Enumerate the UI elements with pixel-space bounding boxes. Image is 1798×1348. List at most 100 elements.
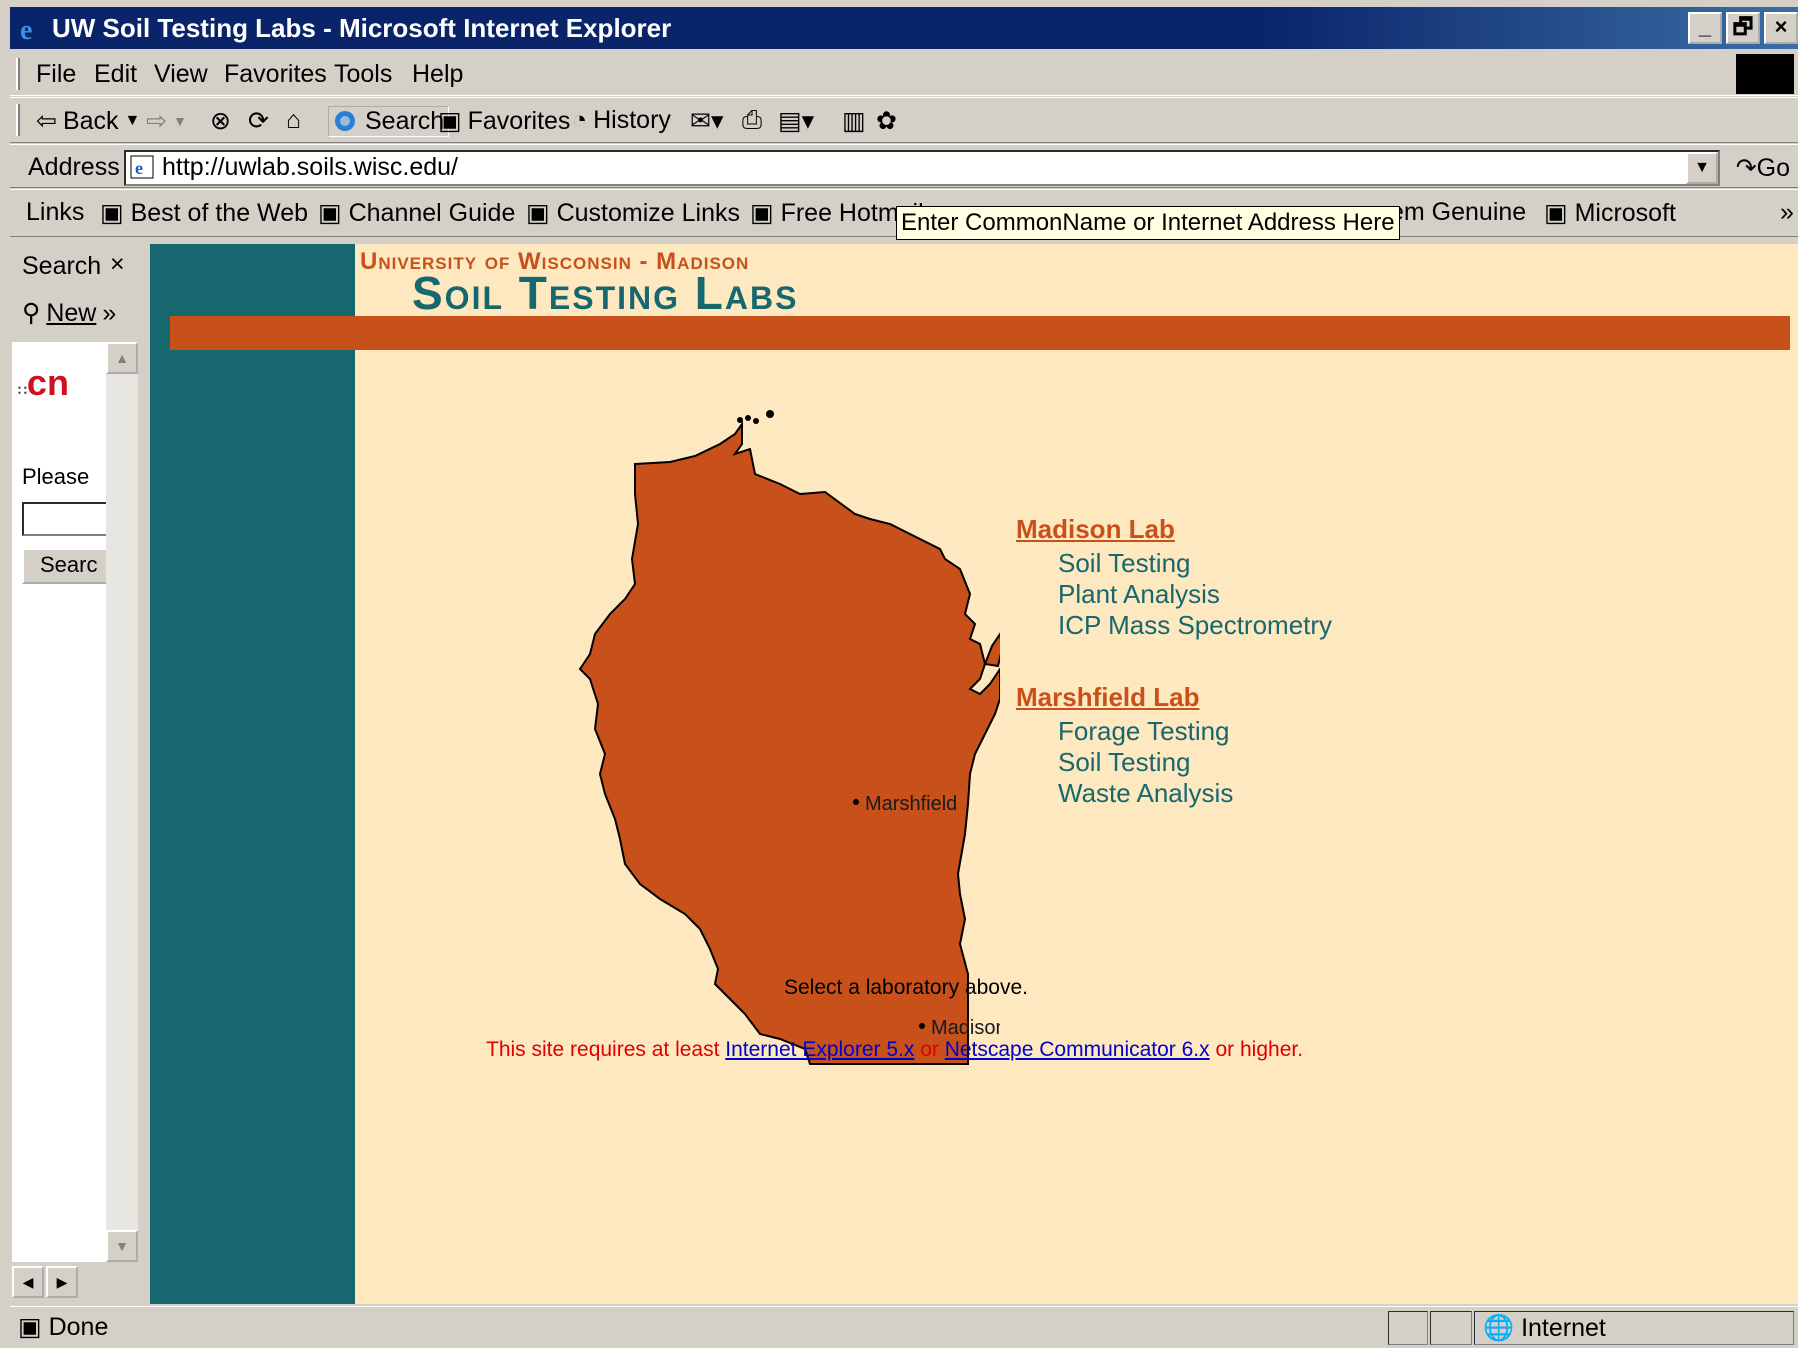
close-button[interactable]: × <box>1764 12 1798 44</box>
requirement-prefix: This site requires at least <box>486 1038 726 1061</box>
madison-lab-link[interactable]: Madison Lab <box>1016 514 1175 545</box>
link-genuine[interactable]: em Genuine <box>1390 198 1526 227</box>
forward-arrow-icon: ⇨ <box>146 107 167 135</box>
address-dropdown-button[interactable]: ▼ <box>1686 152 1718 184</box>
stop-icon: ⊗ <box>210 107 231 135</box>
marshfield-lab-link[interactable]: Marshfield Lab <box>1016 682 1199 713</box>
requirement-or: or <box>914 1038 945 1061</box>
madison-soil-testing-link[interactable]: Soil Testing <box>1058 548 1191 579</box>
search-label: Search <box>365 107 445 135</box>
menu-bar: File Edit View Favorites Tools Help <box>10 52 1798 96</box>
menu-file[interactable]: File <box>36 60 76 89</box>
menu-edit[interactable]: Edit <box>94 60 137 89</box>
scroll-left-icon[interactable]: ◀ <box>12 1266 44 1298</box>
stop-button[interactable]: ⊗ <box>210 106 231 136</box>
history-label: History <box>593 106 671 134</box>
vertical-scrollbar[interactable]: ▲ ▼ <box>106 342 138 1262</box>
minimize-button[interactable]: _ <box>1688 12 1722 44</box>
forward-button[interactable]: ⇨ ▼ <box>146 106 187 136</box>
menu-help[interactable]: Help <box>412 60 463 89</box>
search-submit-button[interactable]: Searc <box>22 548 106 584</box>
refresh-button[interactable]: ⟳ <box>248 106 269 136</box>
status-text-cell: ▣ Done <box>10 1311 1386 1345</box>
door-peninsula-shape[interactable] <box>983 632 1000 668</box>
history-button[interactable]: ◔ History <box>572 106 671 135</box>
link-text: em Genuine <box>1390 198 1527 226</box>
link-text: Best of the Web <box>130 199 308 227</box>
search-button[interactable]: Search <box>328 106 450 137</box>
madison-plant-analysis-link[interactable]: Plant Analysis <box>1058 579 1220 610</box>
marshfield-map-label[interactable]: Marshfield <box>865 793 957 815</box>
island-dot <box>753 418 759 424</box>
link-customize-links[interactable]: ▣ Customize Links <box>526 198 740 228</box>
edit-button[interactable]: ▤▾ <box>778 106 814 136</box>
new-search-icon: ⚲ <box>22 299 41 327</box>
discuss-icon: ▥ <box>842 107 866 135</box>
link-channel-guide[interactable]: ▣ Channel Guide <box>318 198 515 228</box>
address-tooltip: Enter CommonName or Internet Address Her… <box>896 206 1400 240</box>
marshfield-soil-testing-link[interactable]: Soil Testing <box>1058 747 1191 778</box>
link-best-of-web[interactable]: ▣ Best of the Web <box>100 198 308 228</box>
link-microsoft[interactable]: ▣ Microsoft <box>1544 198 1676 228</box>
netscape-download-link[interactable]: Netscape Communicator 6.x <box>945 1038 1210 1061</box>
madison-icp-link[interactable]: ICP Mass Spectrometry <box>1058 610 1332 641</box>
select-note: Select a laboratory above. <box>784 976 1028 999</box>
windows-logo-icon <box>1736 54 1794 94</box>
close-icon[interactable]: × <box>110 250 125 279</box>
search-input[interactable] <box>22 502 106 536</box>
link-text: Channel Guide <box>348 199 516 227</box>
mail-button[interactable]: ✉▾ <box>690 106 724 136</box>
print-button[interactable]: ⎙ <box>742 106 762 135</box>
go-button[interactable]: ↷Go <box>1736 153 1790 183</box>
cnet-logo: ∷cn <box>18 362 69 403</box>
browser-requirement: This site requires at least Internet Exp… <box>486 1038 1303 1062</box>
messenger-button[interactable]: ✿ <box>876 106 897 136</box>
go-arrow-icon: ↷ <box>1735 154 1757 182</box>
page-icon: ▣ <box>18 1313 49 1341</box>
new-search-button[interactable]: ⚲ New » <box>22 298 116 328</box>
svg-text:e: e <box>20 15 32 43</box>
mail-icon: ✉▾ <box>690 107 724 135</box>
wisconsin-shape[interactable] <box>578 420 1000 1065</box>
marshfield-dot <box>853 799 859 805</box>
favorites-button[interactable]: ▣ Favorites <box>438 106 570 136</box>
links-more-chevron-icon[interactable]: » <box>1780 198 1794 227</box>
madison-map-label[interactable]: Madison <box>931 1017 1000 1039</box>
scroll-right-icon[interactable]: ▶ <box>46 1266 78 1298</box>
ie-download-link[interactable]: Internet Explorer 5.x <box>725 1038 914 1061</box>
marshfield-waste-analysis-link[interactable]: Waste Analysis <box>1058 778 1233 809</box>
globe-icon: 🌐 <box>1483 1314 1522 1342</box>
island-dot <box>745 415 751 421</box>
page-icon: e <box>130 155 154 179</box>
go-label: Go <box>1756 154 1790 182</box>
address-input[interactable]: e http://uwlab.soils.wisc.edu/ <box>124 150 1720 186</box>
scroll-up-icon[interactable]: ▲ <box>106 342 138 374</box>
toolbar-grip[interactable] <box>16 104 20 136</box>
back-label: Back <box>62 106 119 135</box>
maximize-button[interactable]: 🗗 <box>1726 12 1760 44</box>
home-button[interactable]: ⌂ <box>286 106 301 135</box>
edit-icon: ▤▾ <box>778 107 815 135</box>
ie-page-icon: ▣ <box>750 199 781 227</box>
address-bar: Address e http://uwlab.soils.wisc.edu/ ▼… <box>10 144 1798 188</box>
dropdown-arrow-icon[interactable]: ▼ <box>125 112 141 130</box>
ie-page-icon: ▣ <box>100 199 131 227</box>
scroll-down-icon[interactable]: ▼ <box>106 1230 138 1262</box>
print-icon: ⎙ <box>742 106 763 134</box>
back-button[interactable]: ⇦ Back ▼ <box>36 106 140 136</box>
horizontal-scrollbar[interactable]: ◀ ▶ <box>12 1262 138 1302</box>
title-bar: e UW Soil Testing Labs - Microsoft Inter… <box>10 7 1798 49</box>
menu-view[interactable]: View <box>154 60 208 89</box>
back-arrow-icon: ⇦ <box>36 107 57 135</box>
links-label: Links <box>26 198 85 226</box>
discuss-button[interactable]: ▥ <box>842 106 866 136</box>
menu-favorites[interactable]: Favorites <box>224 60 327 89</box>
marshfield-forage-testing-link[interactable]: Forage Testing <box>1058 716 1230 747</box>
more-chevron-icon[interactable]: » <box>102 299 116 328</box>
wisconsin-map[interactable]: Marshfield Madison <box>480 374 1000 1074</box>
svg-text:e: e <box>135 158 143 178</box>
toolbar-grip[interactable] <box>16 58 20 90</box>
orange-banner <box>170 316 1790 350</box>
menu-tools[interactable]: Tools <box>334 60 392 89</box>
dropdown-arrow-icon: ▼ <box>172 113 187 129</box>
